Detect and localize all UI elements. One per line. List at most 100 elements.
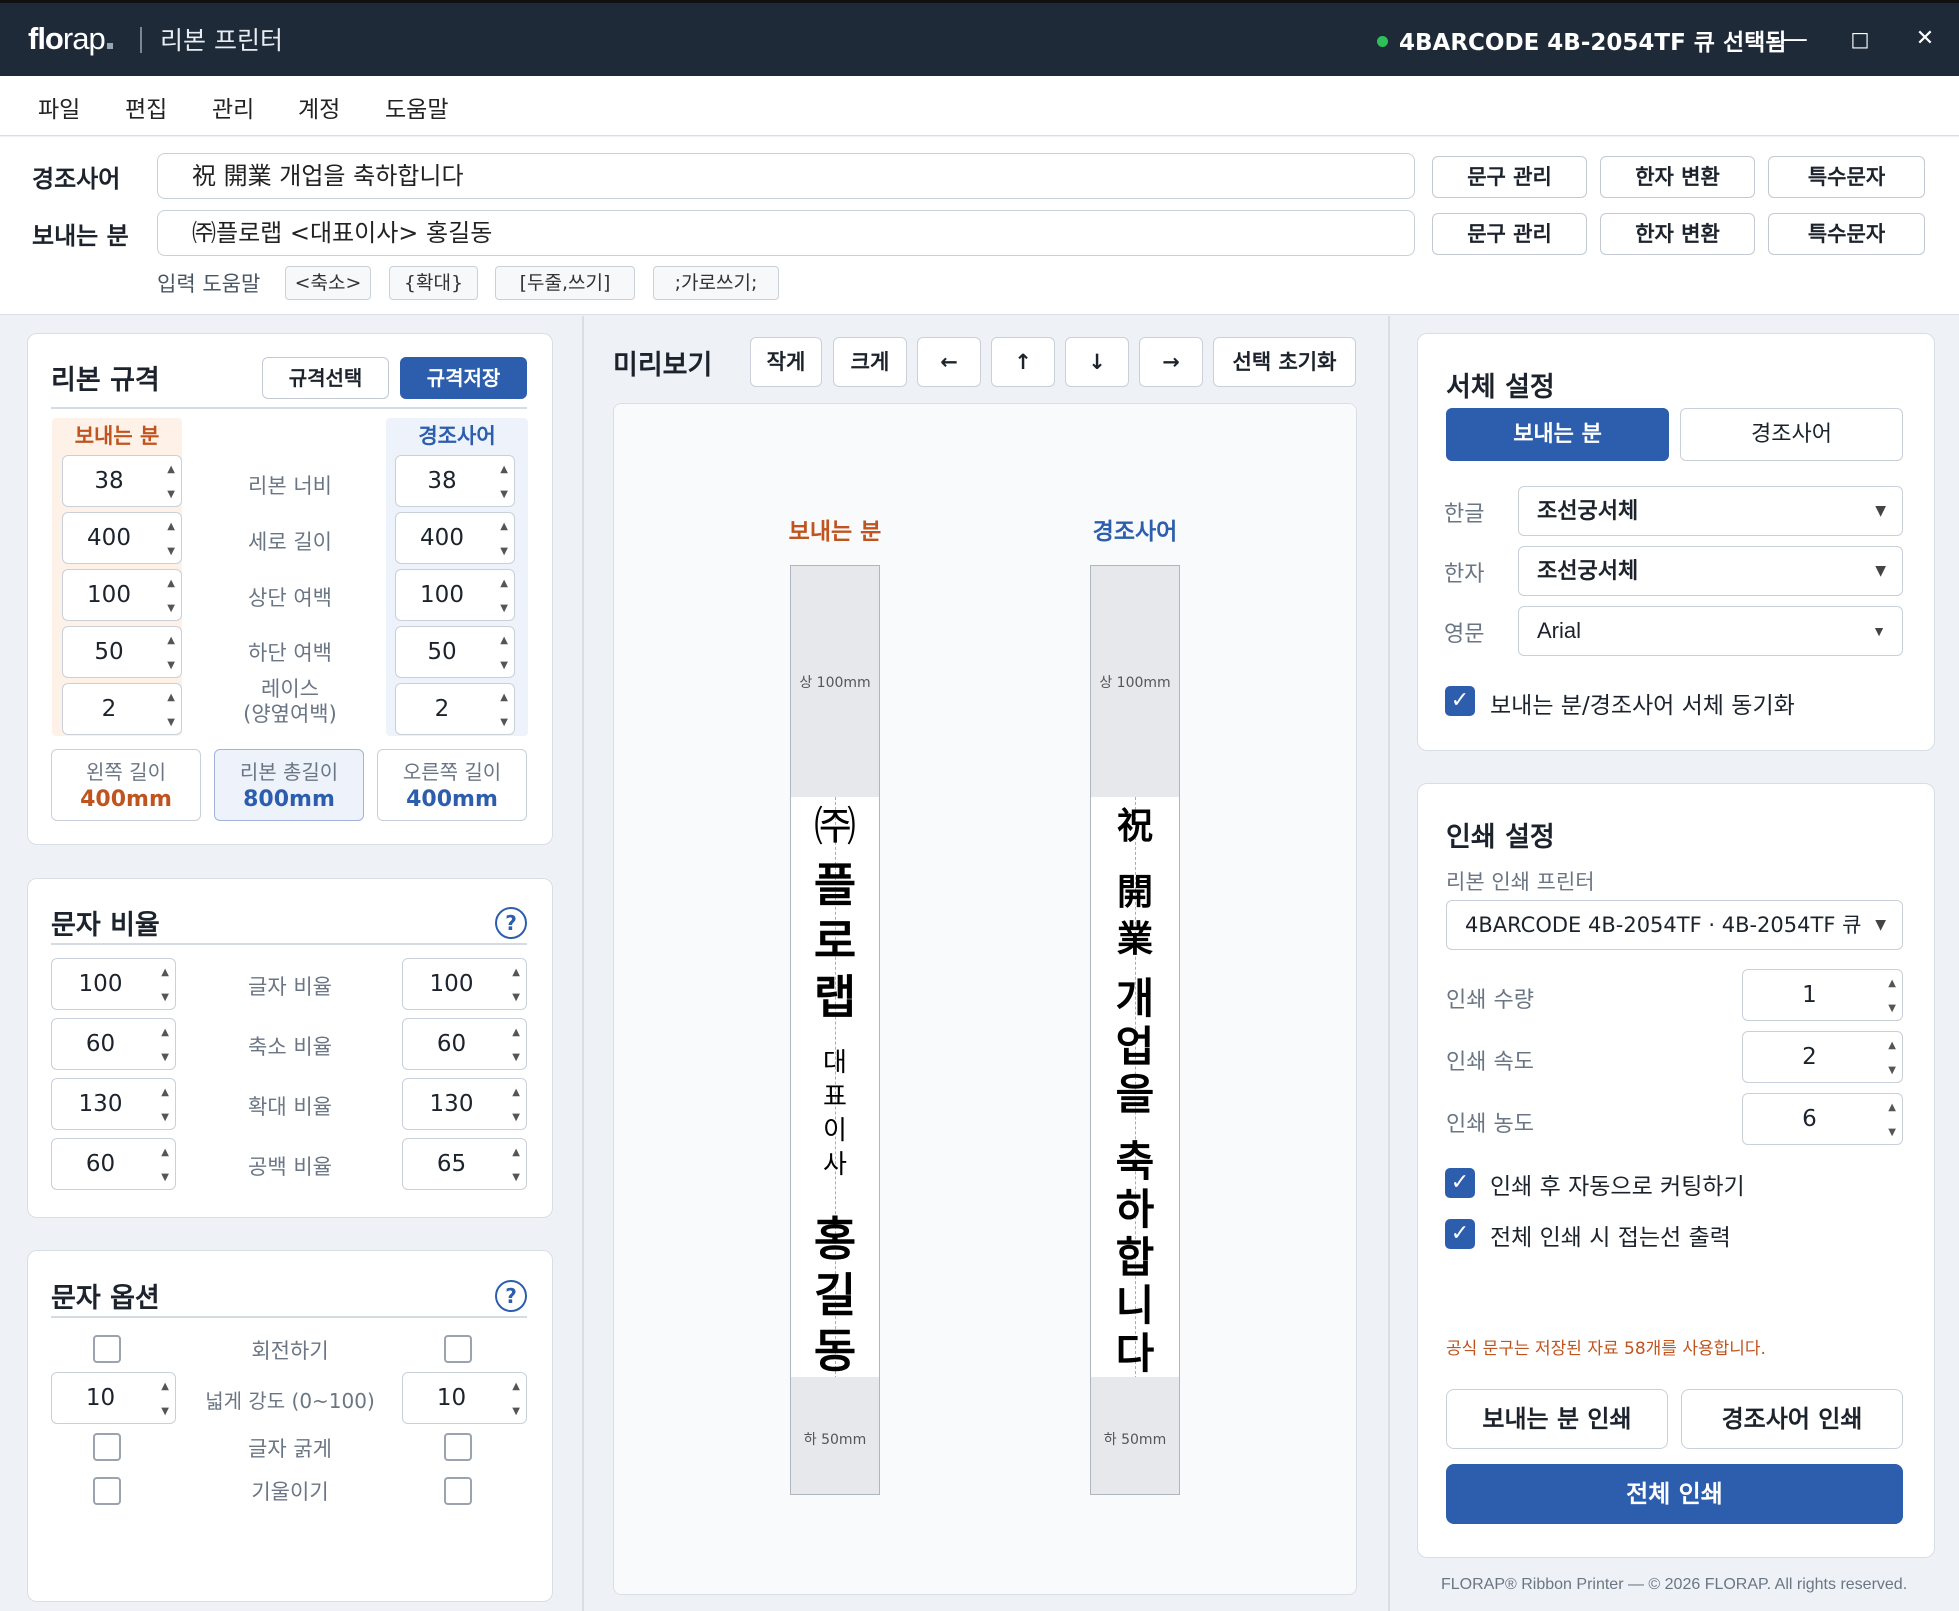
greeting-input[interactable]: 祝 開業 개업을 축하합니다	[157, 153, 1415, 199]
print-qty-input[interactable]: 1 ▲ ▼	[1742, 969, 1903, 1021]
preview-sender-heading: 보내는 분	[788, 519, 882, 545]
sender-ribbon[interactable]: 상 100mm ㈜ 플 로 랩 대 표 이 사 홍 길 동 하 50mm	[790, 565, 880, 1495]
bold-right-checkbox[interactable]	[444, 1433, 472, 1461]
preview-title: 미리보기	[613, 350, 713, 381]
spec-length-sender[interactable]: 400 ▲ ▼	[62, 512, 182, 564]
print-density-input[interactable]: 6 ▲ ▼	[1742, 1093, 1903, 1145]
ribbon-char: 랩	[813, 970, 857, 1024]
fold-line-checkbox[interactable]: ✓	[1445, 1219, 1475, 1249]
print-settings-title: 인쇄 설정	[1446, 822, 1555, 853]
hanja-font-select[interactable]: 조선궁서체 ▼	[1518, 546, 1903, 596]
font-sync-checkbox[interactable]: ✓	[1445, 686, 1475, 716]
bold-left-checkbox[interactable]	[93, 1433, 121, 1461]
spec-select-button[interactable]: 규격선택	[262, 357, 389, 399]
title-bar: florap 리본 프린터 4BARCODE 4B-2054TF 큐 선택됨 —…	[0, 0, 1959, 76]
menu-file[interactable]: 파일	[38, 90, 80, 124]
wide-strength-left[interactable]: 10 ▲ ▼	[51, 1372, 176, 1424]
ribbon-char: 사	[823, 1150, 847, 1180]
rotate-left-checkbox[interactable]	[93, 1335, 121, 1363]
ribbon-char: 축	[1115, 1137, 1155, 1186]
close-button[interactable]: ✕	[1905, 21, 1945, 57]
helper-chip-horizontal[interactable]: ;가로쓰기;	[653, 266, 779, 300]
ribbon-char: 니	[1115, 1281, 1155, 1330]
helper-chip-enlarge[interactable]: {확대}	[389, 266, 478, 300]
ratio-help-icon[interactable]: ?	[495, 907, 527, 939]
wide-strength-right[interactable]: 10 ▲ ▼	[402, 1372, 527, 1424]
greeting-phrase-button[interactable]: 문구 관리	[1432, 156, 1587, 198]
spec-save-button[interactable]: 규격저장	[400, 357, 527, 399]
printer-select-label: 리본 인쇄 프린터	[1446, 870, 1595, 894]
print-sender-button[interactable]: 보내는 분 인쇄	[1446, 1389, 1668, 1449]
ratio-shrink-left[interactable]: 60 ▲ ▼	[51, 1018, 176, 1070]
spec-top-margin-greeting[interactable]: 100 ▲ ▼	[395, 569, 515, 621]
spec-greeting-header: 경조사어	[418, 424, 496, 448]
spec-bottom-margin-greeting[interactable]: 50 ▲ ▼	[395, 626, 515, 678]
app-title: 리본 프린터	[160, 26, 283, 55]
ratio-enlarge-left[interactable]: 130 ▲ ▼	[51, 1078, 176, 1130]
ratio-char-right[interactable]: 100 ▲ ▼	[402, 958, 527, 1010]
fold-line-label: 전체 인쇄 시 접는선 출력	[1490, 1225, 1731, 1251]
hangul-font-label: 한글	[1444, 502, 1485, 527]
spec-width-sender[interactable]: 38 ▲ ▼	[62, 455, 182, 507]
print-density-label: 인쇄 농도	[1446, 1112, 1534, 1137]
preview-left-divider	[582, 316, 584, 1611]
maximize-button[interactable]: □	[1840, 21, 1880, 57]
helper-chip-shrink[interactable]: <축소>	[285, 266, 371, 300]
sender-special-char-button[interactable]: 특수문자	[1768, 213, 1925, 255]
menu-account[interactable]: 계정	[298, 90, 340, 124]
auto-cut-checkbox[interactable]: ✓	[1445, 1168, 1475, 1198]
font-settings-title: 서체 설정	[1446, 372, 1555, 403]
hangul-font-select[interactable]: 조선궁서체 ▼	[1518, 486, 1903, 536]
print-speed-input[interactable]: 2 ▲ ▼	[1742, 1031, 1903, 1083]
spec-lace-sender[interactable]: 2 ▲ ▼	[62, 683, 182, 735]
menu-manage[interactable]: 관리	[212, 90, 254, 124]
ratio-space-right[interactable]: 65 ▲ ▼	[402, 1138, 527, 1190]
italic-right-checkbox[interactable]	[444, 1477, 472, 1505]
italic-label: 기울이기	[251, 1480, 329, 1504]
spec-bottom-margin-sender[interactable]: 50 ▲ ▼	[62, 626, 182, 678]
title-separator	[140, 27, 142, 53]
printer-select[interactable]: 4BARCODE 4B-2054TF · 4B-2054TF 큐 ▼	[1446, 900, 1903, 950]
move-down-button[interactable]: ↓	[1065, 337, 1129, 387]
font-tab-sender[interactable]: 보내는 분	[1446, 408, 1669, 461]
app-logo: florap	[28, 21, 113, 57]
sender-phrase-button[interactable]: 문구 관리	[1432, 213, 1587, 255]
preview-canvas	[613, 403, 1357, 1595]
ratio-shrink-right[interactable]: 60 ▲ ▼	[402, 1018, 527, 1070]
move-up-button[interactable]: ↑	[991, 337, 1055, 387]
preview-larger-button[interactable]: 크게	[833, 337, 907, 387]
spec-top-margin-sender[interactable]: 100 ▲ ▼	[62, 569, 182, 621]
ratio-char-left[interactable]: 100 ▲ ▼	[51, 958, 176, 1010]
spec-width-greeting[interactable]: 38 ▲ ▼	[395, 455, 515, 507]
font-tab-greeting[interactable]: 경조사어	[1680, 408, 1903, 461]
english-font-select[interactable]: Arial ▼	[1518, 606, 1903, 656]
spec-lace-greeting[interactable]: 2 ▲ ▼	[395, 683, 515, 735]
helper-chip-two-line[interactable]: [두줄,쓰기]	[495, 266, 635, 300]
preview-smaller-button[interactable]: 작게	[750, 337, 822, 387]
menu-help[interactable]: 도움말	[385, 90, 448, 124]
print-all-button[interactable]: 전체 인쇄	[1446, 1464, 1903, 1524]
greeting-label: 경조사어	[32, 165, 121, 193]
minimize-button[interactable]: —	[1775, 21, 1815, 57]
greeting-ribbon[interactable]: 상 100mm 祝 開 業 개 업 을 축 하 합 니 다 하 50mm	[1090, 565, 1180, 1495]
menu-edit[interactable]: 편집	[125, 90, 167, 124]
italic-left-checkbox[interactable]	[93, 1477, 121, 1505]
greeting-special-char-button[interactable]: 특수문자	[1768, 156, 1925, 198]
move-right-button[interactable]: →	[1139, 337, 1203, 387]
ratio-enlarge-right[interactable]: 130 ▲ ▼	[402, 1078, 527, 1130]
rotate-right-checkbox[interactable]	[444, 1335, 472, 1363]
sender-input[interactable]: ㈜플로랩 <대표이사> 홍길동	[157, 210, 1415, 256]
options-help-icon[interactable]: ?	[495, 1280, 527, 1312]
ribbon-char: 표	[823, 1082, 847, 1112]
ratio-row-label: 글자 비율	[248, 975, 332, 999]
move-left-button[interactable]: ←	[917, 337, 981, 387]
ribbon-char: 하	[1115, 1185, 1155, 1234]
ratio-space-left[interactable]: 60 ▲ ▼	[51, 1138, 176, 1190]
spec-length-greeting[interactable]: 400 ▲ ▼	[395, 512, 515, 564]
reset-selection-button[interactable]: 선택 초기화	[1213, 337, 1356, 387]
footer-copyright: FLORAP® Ribbon Printer — © 2026 FLORAP. …	[1441, 1576, 1908, 1593]
print-greeting-button[interactable]: 경조사어 인쇄	[1681, 1389, 1903, 1449]
sender-hanja-button[interactable]: 한자 변환	[1600, 213, 1755, 255]
greeting-hanja-button[interactable]: 한자 변환	[1600, 156, 1755, 198]
total-length-box: 리본 총길이 800mm	[214, 749, 364, 821]
